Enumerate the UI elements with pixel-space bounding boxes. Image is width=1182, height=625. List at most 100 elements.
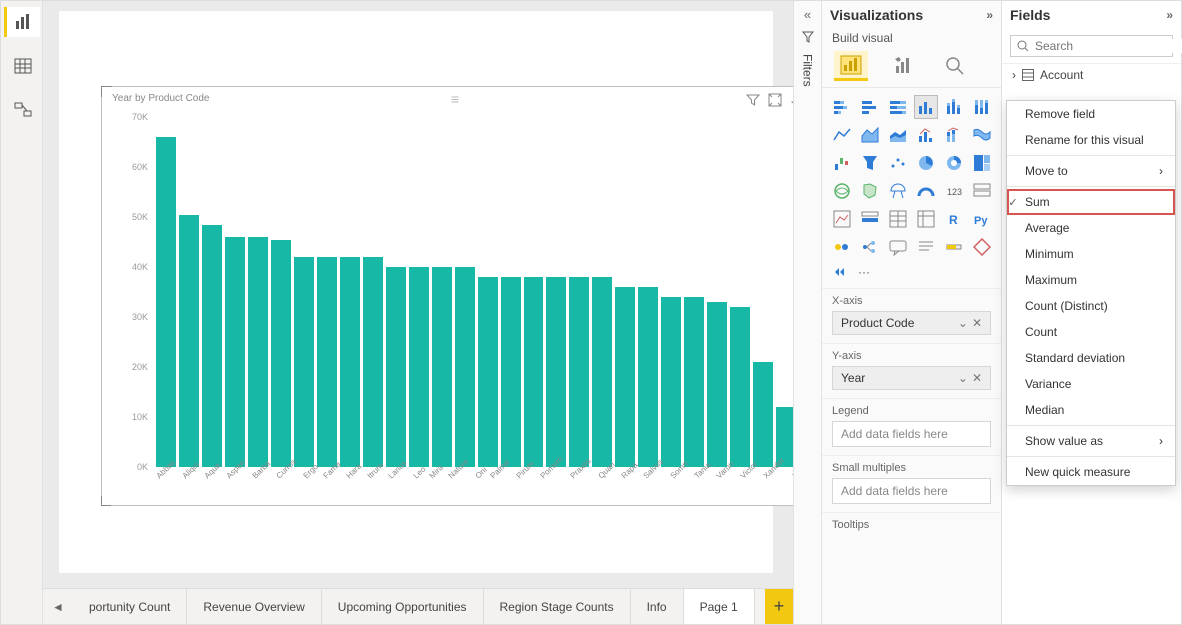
- viz-type-icon[interactable]: [859, 208, 881, 230]
- page-tab[interactable]: Info: [631, 589, 684, 624]
- remove-field-icon[interactable]: ✕: [972, 316, 982, 330]
- bar[interactable]: [546, 277, 566, 467]
- bar[interactable]: [730, 307, 750, 467]
- viz-type-icon[interactable]: [887, 236, 909, 258]
- menu-count[interactable]: Count: [1007, 319, 1175, 345]
- bar[interactable]: [753, 362, 773, 467]
- bar[interactable]: [363, 257, 383, 467]
- viz-type-icon[interactable]: [859, 124, 881, 146]
- model-view-button[interactable]: [4, 95, 40, 125]
- report-canvas[interactable]: ≡ Year by Product Code ··· 0K10K20K30K40…: [43, 1, 793, 588]
- bar[interactable]: [592, 277, 612, 467]
- viz-type-icon[interactable]: [971, 236, 993, 258]
- legend-drop-target[interactable]: Add data fields here: [832, 421, 991, 447]
- bar[interactable]: [638, 287, 658, 467]
- bar[interactable]: [386, 267, 406, 467]
- viz-type-icon[interactable]: [859, 96, 881, 118]
- viz-type-icon[interactable]: [831, 152, 853, 174]
- viz-type-icon[interactable]: [971, 96, 993, 118]
- viz-type-icon[interactable]: [943, 236, 965, 258]
- viz-type-icon[interactable]: [915, 96, 937, 118]
- bar[interactable]: [615, 287, 635, 467]
- viz-type-icon[interactable]: [943, 96, 965, 118]
- bar[interactable]: [432, 267, 452, 467]
- filter-icon[interactable]: [746, 93, 760, 109]
- bar[interactable]: [409, 267, 429, 467]
- viz-type-icon[interactable]: [887, 96, 909, 118]
- menu-move-to[interactable]: Move to›: [1007, 158, 1175, 184]
- bar[interactable]: [340, 257, 360, 467]
- viz-type-icon[interactable]: [915, 124, 937, 146]
- analytics-tab[interactable]: [938, 51, 972, 81]
- bar[interactable]: [707, 302, 727, 467]
- menu-count-distinct[interactable]: Count (Distinct): [1007, 293, 1175, 319]
- bar[interactable]: [179, 215, 199, 468]
- add-page-button[interactable]: +: [765, 589, 793, 624]
- chevron-down-icon[interactable]: ⌄: [958, 316, 968, 330]
- viz-type-icon[interactable]: [831, 96, 853, 118]
- viz-overflow-icon[interactable]: ···: [858, 265, 870, 279]
- menu-std-dev[interactable]: Standard deviation: [1007, 345, 1175, 371]
- menu-new-quick-measure[interactable]: New quick measure: [1007, 459, 1175, 485]
- viz-type-icon[interactable]: [831, 124, 853, 146]
- viz-type-icon[interactable]: [915, 152, 937, 174]
- viz-type-icon[interactable]: 123: [943, 180, 965, 202]
- collapse-visualizations-icon[interactable]: »: [986, 8, 993, 22]
- viz-type-icon[interactable]: [943, 124, 965, 146]
- menu-minimum[interactable]: Minimum: [1007, 241, 1175, 267]
- bar[interactable]: [455, 267, 475, 467]
- more-options-icon[interactable]: ···: [790, 93, 793, 109]
- viz-type-icon[interactable]: [831, 180, 853, 202]
- format-tab[interactable]: [886, 51, 920, 81]
- data-view-button[interactable]: [4, 51, 40, 81]
- page-tab[interactable]: Region Stage Counts: [484, 589, 631, 624]
- small-multiples-drop-target[interactable]: Add data fields here: [832, 478, 991, 504]
- viz-type-icon[interactable]: Py: [971, 208, 993, 230]
- fields-search-input[interactable]: [1035, 39, 1182, 53]
- report-view-button[interactable]: [4, 7, 40, 37]
- viz-type-icon[interactable]: [915, 236, 937, 258]
- bar-chart-visual[interactable]: ≡ Year by Product Code ··· 0K10K20K30K40…: [101, 86, 793, 506]
- menu-sum[interactable]: ✓Sum: [1007, 189, 1175, 215]
- viz-type-icon[interactable]: [859, 180, 881, 202]
- viz-type-icon[interactable]: [971, 124, 993, 146]
- expand-filters-icon[interactable]: «: [804, 7, 811, 22]
- page-tab[interactable]: Page 1: [684, 589, 755, 624]
- viz-type-icon[interactable]: [831, 208, 853, 230]
- menu-variance[interactable]: Variance: [1007, 371, 1175, 397]
- viz-type-icon[interactable]: [915, 180, 937, 202]
- viz-type-icon[interactable]: [915, 208, 937, 230]
- tabs-scroll-left[interactable]: ◄: [43, 589, 73, 624]
- bar[interactable]: [569, 277, 589, 467]
- page-tab[interactable]: Upcoming Opportunities: [322, 589, 484, 624]
- page-tab[interactable]: Revenue Overview: [187, 589, 321, 624]
- drag-handle-icon[interactable]: ≡: [451, 91, 461, 107]
- bar[interactable]: [294, 257, 314, 467]
- table-account[interactable]: › Account: [1002, 63, 1181, 86]
- bar[interactable]: [524, 277, 544, 467]
- menu-median[interactable]: Median: [1007, 397, 1175, 423]
- focus-mode-icon[interactable]: [768, 93, 782, 109]
- viz-type-icon[interactable]: [887, 208, 909, 230]
- viz-type-icon[interactable]: R: [943, 208, 965, 230]
- menu-show-value-as[interactable]: Show value as›: [1007, 428, 1175, 454]
- bar[interactable]: [202, 225, 222, 468]
- viz-type-icon[interactable]: [971, 180, 993, 202]
- viz-type-icon[interactable]: [859, 236, 881, 258]
- bar[interactable]: [317, 257, 337, 467]
- bar[interactable]: [501, 277, 521, 467]
- menu-remove-field[interactable]: Remove field: [1007, 101, 1175, 127]
- bar[interactable]: [225, 237, 245, 467]
- viz-type-icon[interactable]: [887, 124, 909, 146]
- bar[interactable]: [684, 297, 704, 467]
- chevron-down-icon[interactable]: ⌄: [958, 371, 968, 385]
- viz-type-icon[interactable]: [971, 152, 993, 174]
- viz-type-icon[interactable]: [887, 152, 909, 174]
- viz-type-icon[interactable]: [831, 236, 853, 258]
- viz-type-icon[interactable]: [887, 180, 909, 202]
- bar[interactable]: [661, 297, 681, 467]
- menu-rename-visual[interactable]: Rename for this visual: [1007, 127, 1175, 153]
- viz-type-icon[interactable]: [859, 152, 881, 174]
- page-tab[interactable]: portunity Count: [73, 589, 187, 624]
- more-visuals-icon[interactable]: [834, 264, 852, 280]
